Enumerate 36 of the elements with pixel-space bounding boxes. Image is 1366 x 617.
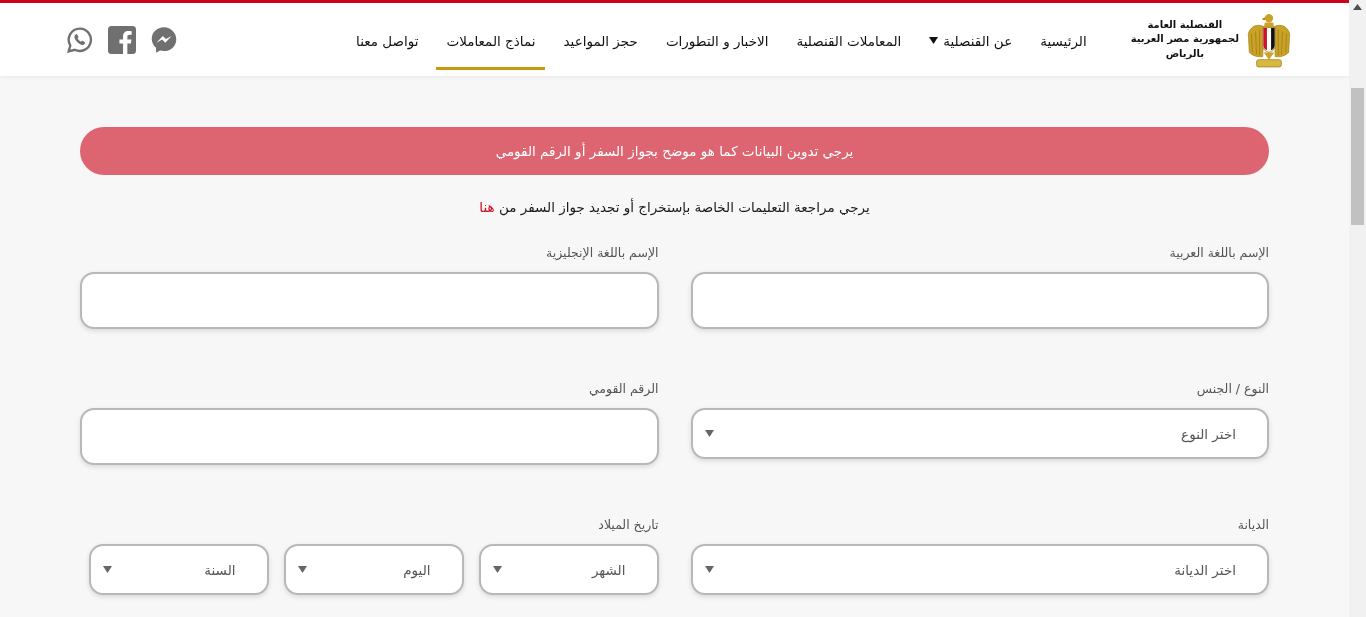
- text-input-field[interactable]: [80, 408, 659, 466]
- here-link[interactable]: هنا: [479, 199, 495, 215]
- text-input-field[interactable]: [690, 272, 1269, 330]
- dropdown-field[interactable]: السنة: [88, 544, 269, 596]
- dropdown-field[interactable]: اختر النوع: [690, 408, 1269, 460]
- caret-icon: [704, 566, 714, 574]
- field-label: الإسم باللغة العربية: [1168, 244, 1269, 263]
- whatsapp-icon[interactable]: [66, 25, 94, 54]
- nav-link[interactable]: نماذج المعاملات: [436, 10, 546, 70]
- scrollbar-track[interactable]: [1349, 0, 1366, 617]
- nav-link[interactable]: الرئيسية: [1030, 10, 1097, 70]
- messenger-icon[interactable]: [150, 25, 178, 54]
- field-label: تاريخ الميلاد: [597, 516, 659, 535]
- caret-icon: [102, 566, 112, 574]
- field-label: النوع / الجنس: [1195, 380, 1269, 399]
- consulate-name: القنصلية العامة لجمهورية مصر العربية بالرياض: [1130, 17, 1239, 62]
- scroll-up-arrow-icon[interactable]: [1353, 4, 1362, 10]
- nav-link[interactable]: عن القنصلية: [919, 10, 1023, 70]
- text-input-field[interactable]: [80, 272, 659, 330]
- notice-banner: يرجي تدوين البيانات كما هو موضح بجواز السفر أو الرقم القومي: [80, 127, 1269, 175]
- field-label: الإسم باللغة الإنجليزية: [545, 244, 659, 263]
- dropdown-field[interactable]: اليوم: [283, 544, 464, 596]
- nav-link[interactable]: المعاملات القنصلية: [786, 10, 912, 70]
- caret-icon: [492, 566, 502, 574]
- nav-link[interactable]: حجز المواعيد: [553, 10, 648, 70]
- nav-link[interactable]: تواصل معنا: [346, 10, 429, 70]
- facebook-icon[interactable]: [108, 25, 136, 54]
- dropdown-field[interactable]: اختر الديانة: [690, 544, 1269, 596]
- field-label: الرقم القومي: [587, 380, 659, 399]
- caret-icon: [704, 430, 714, 438]
- field-label: الديانة: [1236, 516, 1269, 535]
- nav-link[interactable]: الاخبار و التطورات: [655, 10, 779, 70]
- caret-icon: [297, 566, 307, 574]
- dropdown-field[interactable]: الشهر: [478, 544, 659, 596]
- scrollbar-thumb[interactable]: [1351, 88, 1364, 225]
- instruction-text: يرجي مراجعة التعليمات الخاصة بإستخراج أو تجديد جواز السفر من هنا: [478, 197, 871, 218]
